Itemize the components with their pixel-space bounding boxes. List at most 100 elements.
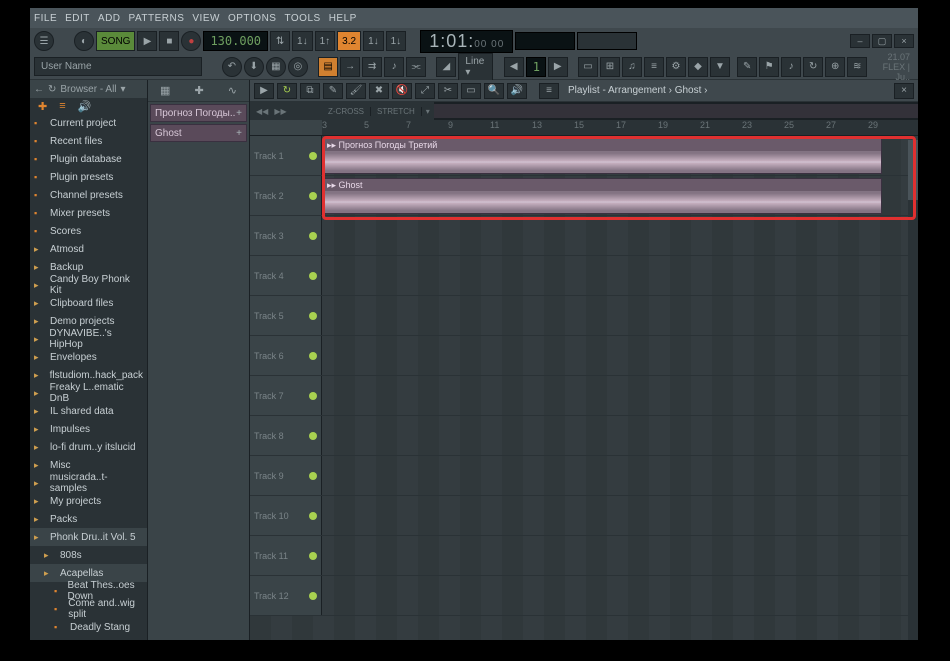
track-content[interactable] — [322, 576, 918, 615]
track-mute-dot[interactable] — [309, 512, 317, 520]
track-header[interactable]: Track 12 — [250, 576, 322, 615]
pl-menu-button[interactable]: ▶ — [254, 83, 274, 99]
track-header[interactable]: Track 3 — [250, 216, 322, 255]
pl-select-icon[interactable]: ▭ — [461, 83, 481, 99]
tool-k[interactable]: ⊕ — [825, 57, 845, 77]
minimize-button[interactable]: – — [850, 34, 870, 48]
track-header[interactable]: Track 2 — [250, 176, 322, 215]
tool-g[interactable]: ✎ — [737, 57, 757, 77]
tap-tempo-button[interactable]: ⇅ — [270, 31, 290, 51]
browser-item[interactable]: ▸Atmosd — [30, 240, 147, 258]
view-pianoroll-button[interactable]: → — [340, 57, 360, 77]
prev-button[interactable]: ◀ — [504, 57, 524, 77]
browser-item[interactable]: ▪Current project — [30, 114, 147, 132]
picker-grid-icon[interactable]: ▦ — [160, 84, 170, 97]
view-channelrack-button[interactable]: ⇉ — [362, 57, 382, 77]
browser-item[interactable]: ▸Packs — [30, 510, 147, 528]
picker-add-icon[interactable]: ✚ — [194, 84, 203, 97]
pl-sub-prev-icon[interactable]: ◀◀ — [256, 107, 268, 116]
main-menu-button[interactable]: ☰ — [34, 31, 54, 51]
play-button[interactable]: ▶ — [137, 31, 157, 51]
track-content[interactable] — [322, 376, 918, 415]
track-content[interactable] — [322, 536, 918, 575]
browser-refresh-icon[interactable]: ↻ — [48, 84, 56, 95]
browser-item[interactable]: ▸lo-fi drum..y itslucid — [30, 438, 147, 456]
audio-clip[interactable]: ▸▸ Ghost — [322, 178, 882, 214]
browser-item[interactable]: ▸My projects — [30, 492, 147, 510]
snap-2[interactable]: 1↑ — [315, 31, 336, 51]
timeline-ruler[interactable]: 357911131517192123252729 — [250, 120, 918, 136]
browser-item[interactable]: ▸Envelopes — [30, 348, 147, 366]
audio-clip[interactable]: ▸▸ Прогноз Погоды Третий — [322, 138, 882, 174]
playlist-close-button[interactable]: × — [894, 83, 914, 99]
zcross-label[interactable]: Z-CROSS — [322, 107, 371, 116]
menu-view[interactable]: VIEW — [192, 13, 220, 24]
track-mute-dot[interactable] — [309, 312, 317, 320]
view-playlist-button[interactable]: ▤ — [318, 57, 338, 77]
track-mute-dot[interactable] — [309, 352, 317, 360]
pl-play-icon[interactable]: 🔊 — [507, 83, 527, 99]
browser-item[interactable]: ▸Phonk Dru..it Vol. 5 — [30, 528, 147, 546]
pl-draw-icon[interactable]: ✎ — [323, 83, 343, 99]
pl-paint-icon[interactable]: 🖌 — [346, 83, 366, 99]
browser-item[interactable]: ▸Freaky L..ematic DnB — [30, 384, 147, 402]
save-button[interactable]: ⬇ — [244, 57, 264, 77]
snap-5[interactable]: 1↓ — [386, 31, 407, 51]
step-button[interactable]: ◢ — [436, 57, 456, 77]
track-header[interactable]: Track 7 — [250, 376, 322, 415]
tool-j[interactable]: ↻ — [803, 57, 823, 77]
tracks-area[interactable]: Track 1▸▸ Прогноз Погоды ТретийTrack 2▸▸… — [250, 136, 918, 640]
track-mute-dot[interactable] — [309, 192, 317, 200]
track-mute-dot[interactable] — [309, 272, 317, 280]
time-display[interactable]: 1:01:00 00 — [420, 30, 513, 53]
track-content[interactable] — [322, 216, 918, 255]
menu-edit[interactable]: EDIT — [65, 13, 90, 24]
browser-tab-vol-icon[interactable]: 🔊 — [78, 100, 92, 113]
browser-item[interactable]: ▪Recent files — [30, 132, 147, 150]
track-header[interactable]: Track 6 — [250, 336, 322, 375]
browser-item[interactable]: ▸IL shared data — [30, 402, 147, 420]
pl-zoom-icon[interactable]: 🔍 — [484, 83, 504, 99]
pl-sync-button[interactable]: ↻ — [277, 83, 297, 99]
picker-wave-icon[interactable]: ∿ — [228, 84, 237, 97]
tool-l[interactable]: ≋ — [847, 57, 867, 77]
track-mute-dot[interactable] — [309, 552, 317, 560]
snap-4[interactable]: 1↓ — [363, 31, 384, 51]
track-content[interactable] — [322, 336, 918, 375]
browser-item[interactable]: ▸808s — [30, 546, 147, 564]
undo-button[interactable]: ↶ — [222, 57, 242, 77]
browser-item[interactable]: ▪Plugin presets — [30, 168, 147, 186]
browser-tab-add-icon[interactable]: ✚ — [38, 100, 47, 113]
track-header[interactable]: Track 4 — [250, 256, 322, 295]
browser-item[interactable]: ▪Deadly Stang — [30, 618, 147, 636]
track-header[interactable]: Track 9 — [250, 456, 322, 495]
maximize-button[interactable]: ▢ — [872, 34, 892, 48]
browser-list[interactable]: ▪Current project▪Recent files▪Plugin dat… — [30, 114, 147, 640]
pl-delete-icon[interactable]: ✖ — [369, 83, 389, 99]
link-button[interactable]: ⫘ — [406, 57, 426, 77]
tool-mixer-icon[interactable]: ⚙ — [666, 57, 686, 77]
tool-i[interactable]: ♪ — [781, 57, 801, 77]
close-button[interactable]: × — [894, 34, 914, 48]
scrollbar-thumb[interactable] — [908, 140, 918, 200]
menu-help[interactable]: HELP — [329, 13, 357, 24]
browser-item[interactable]: ▪Channel presets — [30, 186, 147, 204]
tempo-display[interactable]: 130.000 — [203, 31, 268, 51]
browser-item[interactable]: ▪Come and..wig split — [30, 600, 147, 618]
pattern-item[interactable]: Прогноз Погоды..+ — [150, 104, 247, 122]
pl-mute-icon[interactable]: 🔇 — [392, 83, 412, 99]
track-header[interactable]: Track 8 — [250, 416, 322, 455]
tool-d[interactable]: ≡ — [644, 57, 664, 77]
browser-item[interactable]: ▪Scores — [30, 222, 147, 240]
pat-song-toggle[interactable]: ◐ — [74, 31, 94, 51]
browser-item[interactable]: ▸Clipboard files — [30, 294, 147, 312]
browser-menu-icon[interactable]: ▾ — [121, 84, 126, 95]
pattern-number[interactable]: 1 — [526, 57, 546, 77]
tool-f[interactable]: ▼ — [710, 57, 730, 77]
track-header[interactable]: Track 1 — [250, 136, 322, 175]
track-mute-dot[interactable] — [309, 432, 317, 440]
export-button[interactable]: ◎ — [288, 57, 308, 77]
browser-item[interactable]: ▸musicrada..t-samples — [30, 474, 147, 492]
menu-file[interactable]: FILE — [34, 13, 57, 24]
browser-tab-list-icon[interactable]: ≡ — [59, 100, 65, 112]
